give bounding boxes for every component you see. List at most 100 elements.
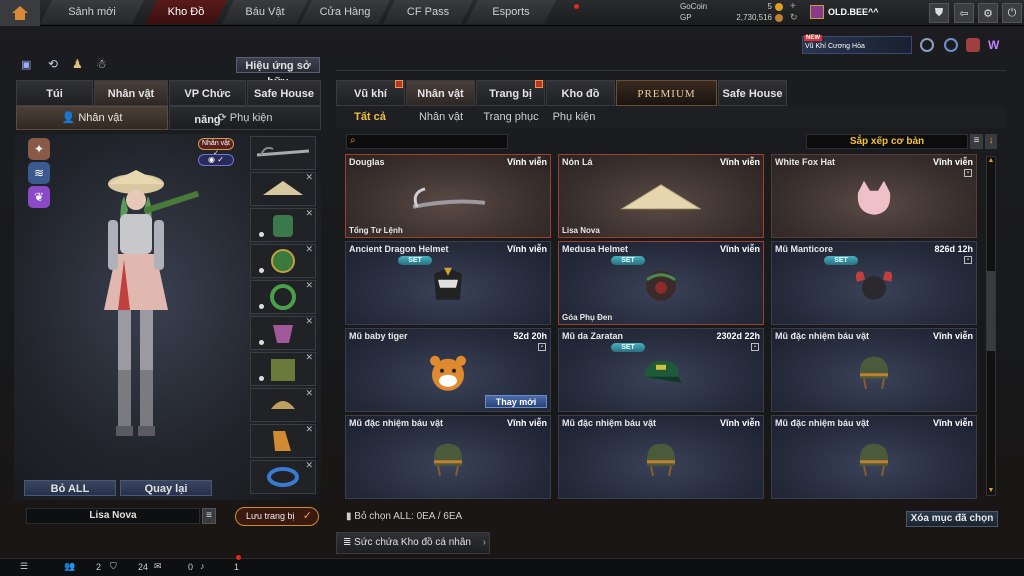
- remove-all-button[interactable]: Bỏ ALL: [24, 480, 116, 496]
- nav-tab-4[interactable]: CF Pass: [383, 0, 473, 24]
- left-tab-2[interactable]: VP Chức năng: [169, 80, 246, 126]
- slot-5[interactable]: ✕: [250, 280, 316, 314]
- item-card[interactable]: Ancient Dragon Helmet Vĩnh viễn SET: [345, 241, 551, 325]
- exit-button[interactable]: ⇦: [954, 3, 974, 23]
- chat-icon[interactable]: ✉: [154, 561, 162, 572]
- speaker-icon[interactable]: ♪: [200, 561, 205, 571]
- slot-8[interactable]: ✕: [250, 388, 316, 422]
- slot-10[interactable]: ✕: [250, 460, 316, 494]
- slot-3[interactable]: ✕: [250, 208, 316, 242]
- sort-menu-button[interactable]: ≡: [970, 134, 983, 149]
- slot-7[interactable]: ✕: [250, 352, 316, 386]
- gift-icon[interactable]: ▣: [21, 58, 31, 71]
- effect-button[interactable]: Hiệu ứng sở hữu: [236, 57, 320, 88]
- slot-weapon[interactable]: [250, 136, 316, 170]
- main-subtab-2[interactable]: Trang phục: [478, 107, 544, 127]
- main-subtab-1[interactable]: Nhân vật: [410, 107, 472, 127]
- item-card[interactable]: Mũ đặc nhiệm báu vật Vĩnh viễn: [771, 415, 977, 499]
- subtab-phu-kien[interactable]: ⟳ Phụ kiện: [169, 106, 321, 130]
- item-card[interactable]: White Fox Hat Vĩnh viễn ▪: [771, 154, 977, 238]
- remove-icon[interactable]: ✕: [305, 208, 313, 219]
- scrollbar[interactable]: ▲ ▼: [986, 156, 996, 496]
- settings-button[interactable]: ⚙: [978, 3, 998, 23]
- scroll-down-icon[interactable]: ▼: [987, 487, 995, 495]
- item-card[interactable]: Mũ đặc nhiệm báu vật Vĩnh viễn: [345, 415, 551, 499]
- nav-tab-2[interactable]: Báu Vật: [222, 0, 308, 24]
- promo-banner[interactable]: NEW Vũ Khí Cương Hỏa: [802, 35, 912, 54]
- count-1: 2: [96, 562, 102, 572]
- left-tab-0[interactable]: Túi: [16, 80, 93, 106]
- list-icon[interactable]: ☰: [20, 561, 28, 572]
- main-tab-3[interactable]: Kho đồ: [546, 80, 615, 106]
- item-card[interactable]: Mũ da Zaratan 2302d 22h SET ▪: [558, 328, 764, 412]
- item-card[interactable]: Nón Lá Vĩnh viễn Lisa Nova: [558, 154, 764, 238]
- nav-tab-1[interactable]: Kho Đồ: [145, 0, 227, 24]
- slot-hat[interactable]: ✕: [250, 172, 316, 206]
- remove-icon[interactable]: ✕: [305, 460, 313, 471]
- storage-capacity-button[interactable]: ≣ Sức chứa Kho đồ cá nhân ›: [336, 532, 490, 554]
- item-card[interactable]: Mũ đặc nhiệm báu vật Vĩnh viễn: [558, 415, 764, 499]
- delete-selected-button[interactable]: Xóa mục đã chọn: [906, 511, 998, 527]
- event-icon-3[interactable]: [966, 38, 980, 52]
- save-equipment-label: Lưu trang bị: [246, 511, 295, 521]
- item-card[interactable]: Mũ đặc nhiệm báu vật Vĩnh viễn: [771, 328, 977, 412]
- rotate-icon[interactable]: ⟲: [48, 57, 58, 71]
- clan-icon[interactable]: ⛉: [110, 561, 117, 572]
- slot-9[interactable]: ✕: [250, 424, 316, 458]
- change-button[interactable]: Thay mới: [485, 395, 547, 408]
- ghost-icon[interactable]: ☃: [96, 57, 107, 71]
- event-icon-2[interactable]: [944, 38, 958, 52]
- refresh-icon[interactable]: ↻: [790, 12, 798, 23]
- save-equipment-button[interactable]: Lưu trang bị ✓: [235, 507, 319, 526]
- nav-tab-3[interactable]: Cửa Hàng: [300, 0, 390, 24]
- item-card[interactable]: Medusa Helmet Vĩnh viễn SET Góa Phụ Đen: [558, 241, 764, 325]
- remove-icon[interactable]: ✕: [305, 352, 313, 363]
- power-button[interactable]: ⏻: [1002, 3, 1022, 23]
- main-tab-1[interactable]: Nhân vật: [406, 80, 475, 106]
- item-duration: 2302d 22h: [716, 331, 760, 341]
- main-tab-5[interactable]: Safe House: [718, 80, 787, 106]
- remove-icon[interactable]: ✕: [305, 172, 313, 183]
- user-name[interactable]: OLD.BEE^^: [828, 7, 879, 17]
- main-subtab-0[interactable]: Tất cả: [346, 107, 394, 127]
- main-tab-4[interactable]: PREMIUM: [616, 80, 717, 106]
- remove-icon[interactable]: ✕: [305, 244, 313, 255]
- character-icon[interactable]: ♟: [72, 57, 83, 71]
- friends-icon[interactable]: 👥: [64, 561, 75, 572]
- slot-4[interactable]: ✕: [250, 244, 316, 278]
- left-tab-3[interactable]: Safe House: [247, 80, 321, 106]
- remove-icon[interactable]: ✕: [305, 316, 313, 327]
- vip-icon[interactable]: W: [988, 38, 1004, 52]
- slot-6[interactable]: ✕: [250, 316, 316, 350]
- scroll-thumb[interactable]: [987, 271, 995, 351]
- char-badge[interactable]: Nhân vật ✓: [198, 138, 234, 157]
- home-button[interactable]: [0, 0, 40, 26]
- item-card[interactable]: Mũ baby tiger 52d 20h ▪ Thay mới: [345, 328, 551, 412]
- main-subtab-3[interactable]: Phụ kiện: [552, 107, 596, 127]
- item-card[interactable]: Mũ Manticore 826d 12h SET ▪: [771, 241, 977, 325]
- deselect-all[interactable]: ▮ Bỏ chọn ALL: 0EA / 6EA: [346, 511, 606, 522]
- bird-icon[interactable]: ✦: [28, 138, 50, 160]
- nav-tab-5[interactable]: Esports: [466, 0, 556, 24]
- event-icon-1[interactable]: [920, 38, 934, 52]
- back-button[interactable]: Quay lại: [120, 480, 212, 496]
- nav-tab-0[interactable]: Sảnh mới: [40, 0, 144, 24]
- remove-icon[interactable]: ✕: [305, 280, 313, 291]
- count-4: 1: [234, 562, 240, 572]
- wings-icon[interactable]: ≋: [28, 162, 50, 184]
- subtab-phu-kien-label: Phụ kiện: [229, 112, 273, 124]
- sort-select[interactable]: Sắp xếp cơ bản: [806, 134, 968, 149]
- remove-icon[interactable]: ✕: [305, 388, 313, 399]
- list-button[interactable]: ≡: [202, 508, 216, 524]
- scroll-up-icon[interactable]: ▲: [987, 157, 995, 165]
- sort-order-button[interactable]: ↓: [985, 134, 997, 149]
- feather-icon[interactable]: ❦: [28, 186, 50, 208]
- shield-button[interactable]: ⛊: [929, 3, 949, 23]
- search-input[interactable]: ⌕: [346, 134, 508, 149]
- left-tab-1[interactable]: Nhân vật: [94, 80, 168, 106]
- add-coin-icon[interactable]: +: [790, 1, 796, 12]
- remove-icon[interactable]: ✕: [305, 424, 313, 435]
- subtab-nhan-vat[interactable]: 👤 Nhân vật: [16, 106, 168, 130]
- item-card[interactable]: Douglas Vĩnh viễn Tổng Tư Lệnh: [345, 154, 551, 238]
- visibility-toggle[interactable]: ◉ ✓: [198, 154, 234, 166]
